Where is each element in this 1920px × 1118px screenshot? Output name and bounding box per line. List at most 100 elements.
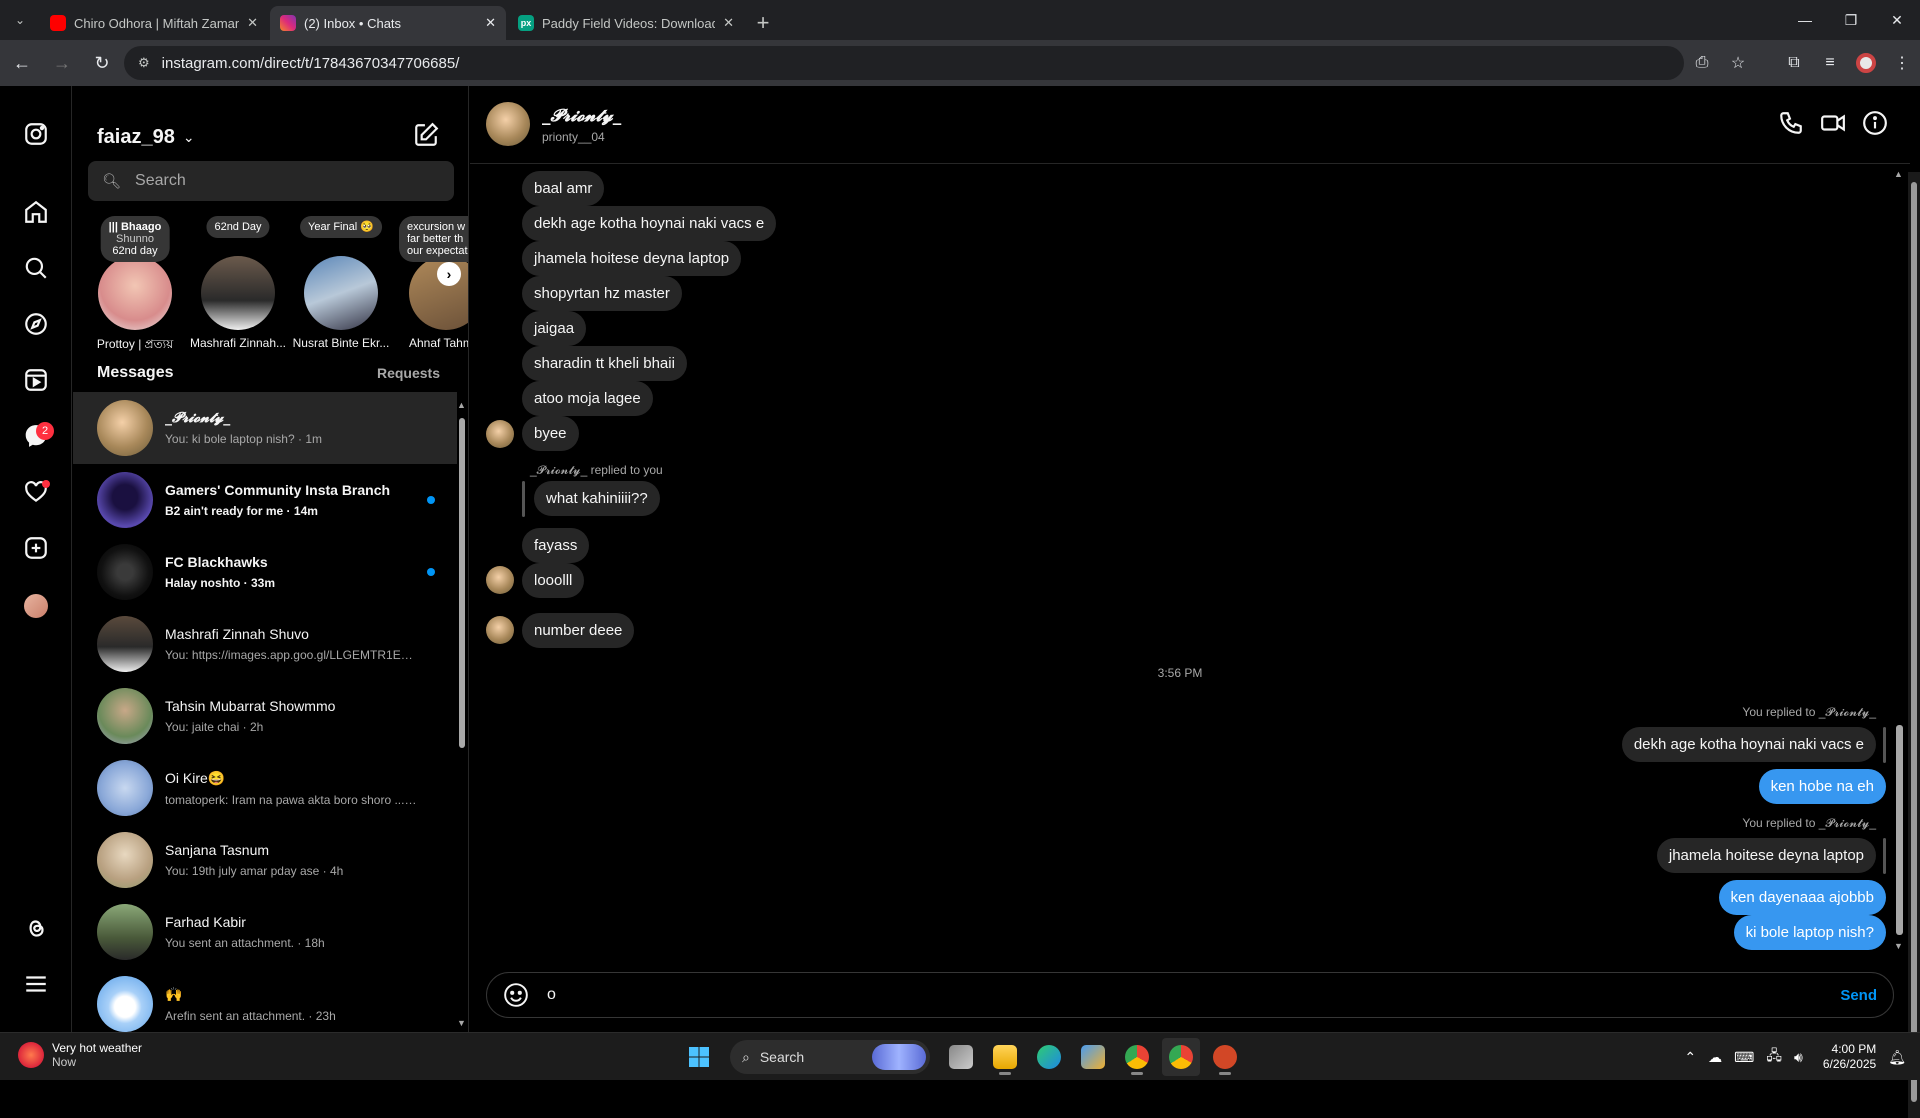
scroll-thumb[interactable] xyxy=(1911,182,1917,1102)
extensions-icon[interactable]: ⧉ xyxy=(1776,45,1812,81)
close-window-icon[interactable]: ✕ xyxy=(1874,0,1920,40)
new-tab-button[interactable]: + xyxy=(746,6,780,40)
browser-tab-2[interactable]: (2) Inbox • Chats ✕ xyxy=(270,6,506,40)
restore-icon[interactable]: ❐ xyxy=(1828,0,1874,40)
volume-icon[interactable]: 🔊︎ xyxy=(1794,1049,1803,1066)
network-icon[interactable]: 🖧 xyxy=(1766,1045,1782,1069)
new-message-icon[interactable] xyxy=(413,122,439,148)
tab-search-button[interactable]: ⌄ xyxy=(0,0,40,40)
conversation-item[interactable]: Tahsin Mubarrat Showmmo You: jaite chai … xyxy=(73,680,457,752)
more-menu-icon[interactable] xyxy=(22,970,50,998)
conversation-item[interactable]: 🙌 Arefin sent an attachment. · 23h xyxy=(73,968,457,1032)
conversation-item[interactable]: Mashrafi Zinnah Shuvo You: https://image… xyxy=(73,608,457,680)
quoted-message[interactable]: dekh age kotha hoynai naki vacs e xyxy=(1621,727,1876,762)
conversation-item[interactable]: _𝓟𝓻𝓲𝓸𝓷𝓽𝔂_ You: ki bole laptop nish? · 1m xyxy=(73,392,457,464)
chevron-up-icon[interactable]: ⌃ xyxy=(1684,1049,1696,1066)
chrome-icon[interactable] xyxy=(1118,1038,1156,1076)
sender-avatar[interactable] xyxy=(486,616,514,644)
system-clock[interactable]: 4:00 PM 6/26/2025 xyxy=(1823,1042,1876,1072)
threads-icon[interactable] xyxy=(22,914,50,942)
profile-avatar-icon[interactable] xyxy=(1848,45,1884,81)
minimize-icon[interactable]: — xyxy=(1782,0,1828,40)
install-app-icon[interactable]: ⎙ xyxy=(1684,45,1720,81)
outgoing-message[interactable]: ken dayenaaa ajobbb xyxy=(1718,880,1886,915)
page-scrollbar[interactable] xyxy=(1908,172,1920,1118)
forward-arrow-icon[interactable]: → xyxy=(44,45,80,81)
incoming-message[interactable]: dekh age kotha hoynai naki vacs e xyxy=(522,206,777,241)
close-tab-icon[interactable]: ✕ xyxy=(485,15,496,31)
incoming-message[interactable]: jaigaa xyxy=(522,311,587,346)
quoted-message[interactable]: jhamela hoitese deyna laptop xyxy=(1656,838,1876,873)
incoming-message[interactable]: sharadin tt kheli bhaii xyxy=(522,346,687,381)
conversation-item[interactable]: Oi Kire😆 tomatoperk: Iram na pawa akta b… xyxy=(73,752,457,824)
instagram-logo-icon[interactable] xyxy=(22,120,50,148)
incoming-message[interactable]: atoo moja lagee xyxy=(522,381,653,416)
back-arrow-icon[interactable]: ← xyxy=(4,45,40,81)
chat-avatar[interactable] xyxy=(486,102,530,146)
media-control-icon[interactable]: ≡ xyxy=(1812,45,1848,81)
scroll-down-icon[interactable]: ▼ xyxy=(1894,941,1903,951)
reels-icon[interactable] xyxy=(22,366,50,394)
incoming-message[interactable]: shopyrtan hz master xyxy=(522,276,682,311)
close-tab-icon[interactable]: ✕ xyxy=(723,15,734,31)
chevron-right-icon[interactable]: › xyxy=(437,262,461,286)
outgoing-message[interactable]: ken hobe na eh xyxy=(1758,769,1886,804)
browser-menu-icon[interactable]: ⋮ xyxy=(1884,45,1920,81)
conversation-item[interactable]: Gamers' Community Insta Branch B2 ain't … xyxy=(73,464,457,536)
search-input[interactable]: 🔍︎ Search xyxy=(88,161,454,201)
incoming-message[interactable]: number deee xyxy=(522,613,635,648)
scroll-down-icon[interactable]: ▼ xyxy=(457,1018,466,1028)
windows-start-icon[interactable] xyxy=(680,1038,718,1076)
home-icon[interactable] xyxy=(22,198,50,226)
browser-tab-1[interactable]: Chiro Odhora | Miftah Zaman - ✕ xyxy=(40,6,268,40)
incoming-message[interactable]: looolll xyxy=(522,563,585,598)
conversation-item[interactable]: Sanjana Tasnum You: 19th july amar pday … xyxy=(73,824,457,896)
taskbar-search[interactable]: ⌕ Search xyxy=(730,1040,930,1074)
emoji-icon[interactable] xyxy=(503,982,529,1008)
notification-bell-icon[interactable]: 🔔︎ xyxy=(1888,1049,1906,1066)
search-icon[interactable] xyxy=(22,254,50,282)
create-plus-icon[interactable] xyxy=(22,534,50,562)
scroll-up-icon[interactable]: ▲ xyxy=(1894,169,1903,179)
file-explorer-icon[interactable] xyxy=(986,1038,1024,1076)
bookmark-star-icon[interactable]: ☆ xyxy=(1720,45,1756,81)
info-icon[interactable] xyxy=(1862,110,1888,141)
requests-link[interactable]: Requests xyxy=(377,365,440,381)
chat-scrollbar[interactable]: ▲ ▼ xyxy=(1892,165,1906,955)
outgoing-message[interactable]: ki bole laptop nish? xyxy=(1733,915,1886,950)
edge-icon[interactable] xyxy=(1030,1038,1068,1076)
profile-avatar[interactable] xyxy=(24,594,48,618)
reload-icon[interactable]: ↻ xyxy=(84,45,120,81)
store-icon[interactable] xyxy=(1074,1038,1112,1076)
scroll-up-icon[interactable]: ▲ xyxy=(457,400,466,410)
site-info-icon[interactable]: ⚙ xyxy=(138,55,150,71)
conversation-item[interactable]: Farhad Kabir You sent an attachment. · 1… xyxy=(73,896,457,968)
message-input[interactable] xyxy=(547,986,1841,1004)
incoming-message[interactable]: baal amr xyxy=(522,171,605,206)
replied-message[interactable]: what kahiniiii?? xyxy=(534,481,660,516)
incoming-message[interactable]: fayass xyxy=(522,528,590,563)
weather-widget[interactable]: Very hot weather Now xyxy=(18,1041,142,1069)
browser-tab-3[interactable]: px Paddy Field Videos: Download ✕ xyxy=(508,6,744,40)
chrome-profile-icon[interactable] xyxy=(1162,1038,1200,1076)
scroll-thumb[interactable] xyxy=(1896,725,1903,935)
note-item[interactable]: excursion w far better th our expectat Ahn… xyxy=(399,216,468,356)
close-tab-icon[interactable]: ✕ xyxy=(247,15,258,31)
video-call-icon[interactable] xyxy=(1820,110,1846,141)
incoming-message[interactable]: jhamela hoitese deyna laptop xyxy=(522,241,742,276)
incoming-message[interactable]: byee xyxy=(522,416,579,451)
onedrive-icon[interactable]: ☁ xyxy=(1708,1049,1722,1066)
task-view-icon[interactable] xyxy=(942,1038,980,1076)
conversation-item[interactable]: FC Blackhawks Halay noshto · 33m xyxy=(73,536,457,608)
sender-avatar[interactable] xyxy=(486,420,514,448)
address-bar[interactable]: ⚙ instagram.com/direct/t/178436703477066… xyxy=(124,46,1684,80)
phone-call-icon[interactable] xyxy=(1778,110,1804,141)
keyboard-icon[interactable]: ⌨ xyxy=(1734,1049,1754,1066)
sender-avatar[interactable] xyxy=(486,566,514,594)
scroll-thumb[interactable] xyxy=(459,418,465,748)
powerpoint-icon[interactable] xyxy=(1206,1038,1244,1076)
account-switcher[interactable]: faiaz_98 ⌄ xyxy=(97,126,195,149)
explore-compass-icon[interactable] xyxy=(22,310,50,338)
chat-display-name[interactable]: _𝓟𝓻𝓲𝓸𝓷𝓽𝔂_ xyxy=(542,106,621,126)
inbox-scrollbar[interactable]: ▲ ▼ xyxy=(457,396,467,1032)
